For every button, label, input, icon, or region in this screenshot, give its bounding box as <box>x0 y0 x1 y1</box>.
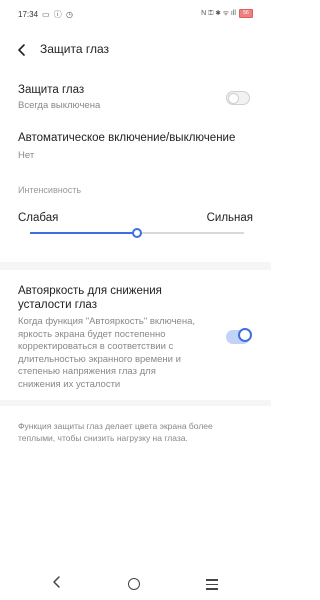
intensity-slider-fill <box>30 232 137 234</box>
description-line: корректироваться в соответствии с <box>18 341 174 352</box>
nav-menu-button[interactable] <box>206 579 218 593</box>
back-button[interactable] <box>12 40 32 60</box>
auto-switch-row[interactable]: Автоматическое включение/выключение Нет <box>0 126 271 166</box>
description-line: Когда функция "Автояркость" включена, <box>18 316 195 327</box>
system-status-icons: N ⚿ ✱ ᯤ ıll <box>201 10 236 17</box>
nav-back-button[interactable] <box>50 575 64 594</box>
chevron-left-icon <box>18 44 25 56</box>
notification-icons: ▭ ⓘ ◷ <box>42 10 74 19</box>
eye-protection-subtitle: Всегда выключена <box>18 100 101 111</box>
description-line: длительностью экранного времени и <box>18 353 181 365</box>
auto-brightness-title-line2: усталости глаз <box>18 299 97 311</box>
eye-protection-row[interactable]: Защита глаз Всегда выключена <box>0 78 271 118</box>
footer-note: Функция защиты глаз делает цвета экрана … <box>18 420 258 444</box>
toggle-knob <box>238 328 252 342</box>
status-time: 17:34 <box>18 10 39 19</box>
status-bar: 17:34 ▭ ⓘ ◷ N ⚿ ✱ ᯤ ıll 56 <box>0 0 271 30</box>
intensity-section-label: Интенсивность <box>18 185 82 195</box>
system-icons: N ⚿ ✱ ᯤ ıll 56 <box>201 9 253 18</box>
menu-line <box>206 583 218 585</box>
page-title: Защита глаз <box>40 42 110 56</box>
footer-note-line: теплыми, чтобы снизить нагрузку на глаза… <box>18 433 188 443</box>
description-line: степенью напряжения глаз для <box>18 366 156 377</box>
battery-icon: 56 <box>239 9 253 18</box>
section-divider <box>0 400 271 406</box>
intensity-min-label: Слабая <box>18 212 59 224</box>
description-line: снижения их усталости <box>18 378 121 390</box>
menu-line <box>206 588 218 590</box>
eye-protection-title: Защита глаз <box>18 84 85 96</box>
intensity-slider-thumb[interactable] <box>132 228 142 238</box>
section-divider <box>0 262 271 270</box>
toggle-knob <box>228 93 239 104</box>
auto-brightness-description: Когда функция "Автояркость" включена, яр… <box>18 316 218 391</box>
intensity-max-label: Сильная <box>206 212 253 224</box>
nav-back-icon <box>53 576 60 588</box>
auto-brightness-toggle[interactable] <box>226 328 252 344</box>
footer-note-line: Функция защиты глаз делает цвета экрана … <box>18 421 213 431</box>
eye-protection-toggle[interactable] <box>226 91 250 105</box>
auto-switch-value: Нет <box>18 150 35 161</box>
auto-switch-title: Автоматическое включение/выключение <box>18 132 236 144</box>
description-line: яркость экрана будет постепенно <box>18 328 166 340</box>
auto-brightness-title-line1: Автояркость для снижения <box>18 285 162 297</box>
menu-line <box>206 579 218 581</box>
nav-home-button[interactable] <box>128 578 140 590</box>
